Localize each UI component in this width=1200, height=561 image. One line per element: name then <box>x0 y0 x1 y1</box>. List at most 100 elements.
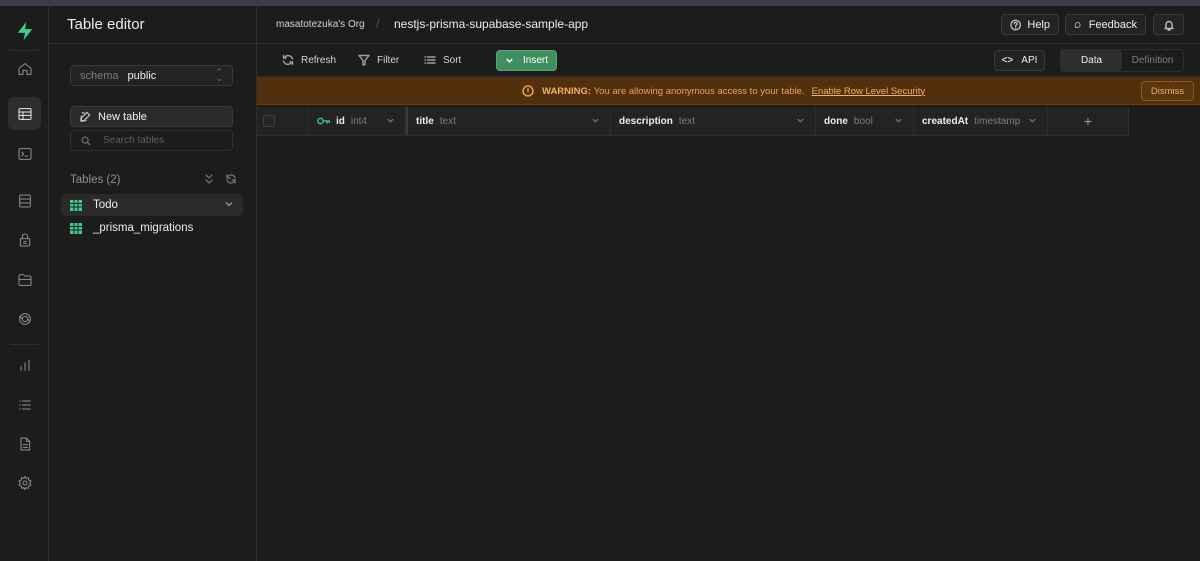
column-header-done[interactable]: done bool <box>816 107 914 135</box>
help-icon <box>1010 19 1022 30</box>
chevron-down-icon[interactable] <box>1028 116 1037 128</box>
refresh-button[interactable]: Refresh <box>282 53 336 67</box>
table-editor-icon[interactable] <box>8 97 41 130</box>
new-table-label: New table <box>98 110 147 123</box>
tab-definition[interactable]: Definition <box>1122 50 1183 71</box>
tab-data[interactable]: Data <box>1061 50 1122 71</box>
tables-section-header: Tables (2) <box>70 172 237 188</box>
table-name: Todo <box>93 199 118 211</box>
table-list-item-prisma-migrations[interactable]: _prisma_migrations <box>61 217 243 239</box>
filter-button[interactable]: Filter <box>358 53 399 67</box>
grid-toolbar: Refresh Filter Sort Insert <> API Data D… <box>257 44 1200 77</box>
storage-icon[interactable] <box>8 263 41 296</box>
realtime-icon[interactable] <box>8 302 41 335</box>
chevron-down-icon <box>506 58 513 63</box>
breadcrumb-org[interactable]: masatotezuka's Org <box>276 19 365 30</box>
api-docs-icon[interactable] <box>8 427 41 460</box>
sort-label: Sort <box>443 54 462 66</box>
help-button[interactable]: Help <box>1001 14 1059 35</box>
table-editor-sidebar: Table editor schema public ⌃ ⌄ New table … <box>49 6 257 561</box>
code-icon: <> <box>1001 55 1014 66</box>
breadcrumb-separator: / <box>376 16 380 31</box>
message-circle-icon <box>1074 21 1081 28</box>
insert-button[interactable]: Insert <box>496 50 557 71</box>
sort-button[interactable]: Sort <box>424 53 461 67</box>
column-name: id <box>336 115 345 127</box>
refresh-tables-icon[interactable] <box>225 173 237 185</box>
column-name: done <box>824 115 848 127</box>
new-table-button[interactable]: New table <box>70 106 233 127</box>
schema-select-label: schema <box>80 69 119 82</box>
breadcrumb-project[interactable]: nestjs-prisma-supabase-sample-app <box>394 17 588 31</box>
table-name: _prisma_migrations <box>93 222 194 234</box>
collapse-all-icon[interactable] <box>203 173 215 185</box>
search-tables-field[interactable] <box>70 130 233 151</box>
logs-icon[interactable] <box>8 388 41 421</box>
refresh-icon <box>282 54 294 66</box>
tables-count-label: Tables (2) <box>70 174 121 186</box>
column-header-id[interactable]: id int4 <box>309 107 406 135</box>
primary-key-icon <box>317 117 330 125</box>
column-type: int4 <box>350 115 368 127</box>
rail-divider <box>10 50 39 51</box>
warning-message: WARNING: You are allowing anonymous acce… <box>522 85 925 97</box>
column-header-description[interactable]: description text <box>611 107 816 135</box>
column-type: text <box>439 115 456 127</box>
notifications-button[interactable] <box>1153 14 1184 35</box>
supabase-logo-icon[interactable] <box>8 14 41 47</box>
sidebar-title: Table editor <box>67 16 145 33</box>
icon-rail <box>0 6 49 561</box>
schema-select-value: public <box>127 69 157 82</box>
sidebar-header: Table editor <box>49 6 256 44</box>
column-header-title[interactable]: title text <box>406 107 611 135</box>
column-name: createdAt <box>922 115 969 127</box>
chevron-down-icon[interactable] <box>386 116 395 128</box>
api-label: API <box>1021 55 1038 66</box>
column-type: timestamp <box>974 115 1021 127</box>
filter-label: Filter <box>377 54 400 66</box>
alert-circle-icon <box>522 85 534 97</box>
reports-icon[interactable] <box>8 348 41 381</box>
home-icon[interactable] <box>8 52 41 85</box>
chevron-down-icon[interactable] <box>591 116 600 128</box>
dismiss-button[interactable]: Dismiss <box>1141 81 1194 101</box>
edit-icon <box>80 111 91 122</box>
schema-select[interactable]: schema public ⌃ ⌄ <box>70 65 233 86</box>
select-all-cell <box>257 107 309 135</box>
add-column-button[interactable]: + <box>1048 107 1129 135</box>
refresh-label: Refresh <box>301 54 337 66</box>
rls-warning-banner: WARNING: You are allowing anonymous acce… <box>257 77 1200 105</box>
warning-text: You are allowing anonymous access to you… <box>593 85 805 97</box>
chevron-down-icon[interactable] <box>224 199 234 212</box>
table-list-item-todo[interactable]: Todo <box>61 194 243 216</box>
chevron-down-icon[interactable] <box>894 116 903 128</box>
sql-editor-icon[interactable] <box>8 137 41 170</box>
rail-divider <box>10 344 39 345</box>
chevron-down-icon[interactable] <box>796 116 805 128</box>
search-icon <box>81 136 91 146</box>
database-icon[interactable] <box>8 184 41 217</box>
warning-title: WARNING: <box>542 85 592 97</box>
chevron-up-down-icon: ⌃ ⌄ <box>215 67 223 83</box>
view-toggle: Data Definition <box>1060 49 1184 72</box>
table-grid-icon <box>70 199 82 211</box>
column-type: text <box>678 115 696 127</box>
bell-icon <box>1163 20 1174 31</box>
settings-icon[interactable] <box>8 466 41 499</box>
feedback-label: Feedback <box>1088 18 1137 31</box>
search-tables-input[interactable] <box>103 135 213 146</box>
api-button[interactable]: <> API <box>994 50 1045 71</box>
column-name: description <box>619 115 673 127</box>
column-header-createdat[interactable]: createdAt timestamp <box>914 107 1048 135</box>
column-name: title <box>416 115 434 127</box>
auth-icon[interactable] <box>8 223 41 256</box>
column-type: bool <box>853 115 873 127</box>
feedback-button[interactable]: Feedback <box>1065 14 1146 35</box>
project-header: masatotezuka's Org / nestjs-prisma-supab… <box>257 6 1200 44</box>
help-label: Help <box>1027 18 1050 31</box>
sort-lines-icon <box>424 56 436 64</box>
insert-label: Insert <box>522 55 548 66</box>
enable-rls-link[interactable]: Enable Row Level Security <box>812 86 926 97</box>
filter-icon <box>358 54 370 66</box>
select-all-checkbox[interactable] <box>263 115 275 127</box>
